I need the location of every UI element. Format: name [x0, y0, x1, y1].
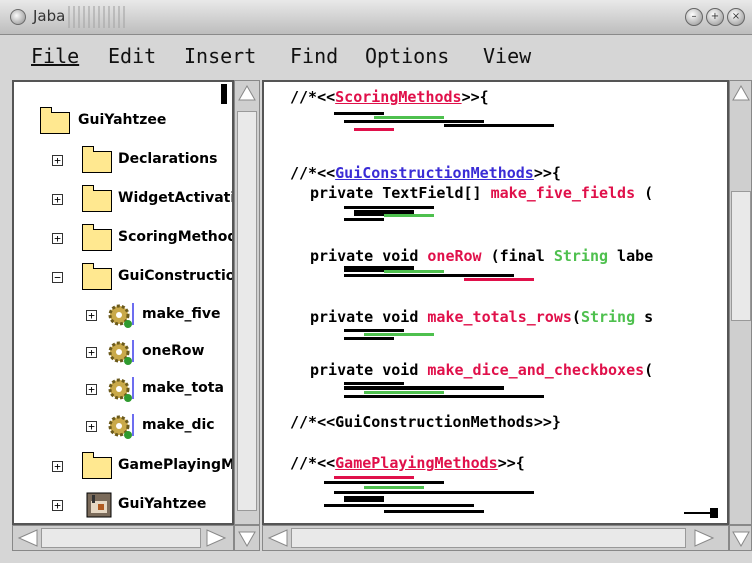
- tree-node-label: GuiYahtzee: [118, 496, 207, 512]
- collapsed-code-preview: [344, 380, 564, 402]
- code-horizontal-scrollbar[interactable]: [262, 525, 729, 551]
- tree-node-label: GamePlayingM: [118, 457, 234, 473]
- tree-node-make-totals[interactable]: + make_tota: [86, 372, 232, 404]
- close-button[interactable]: ×: [727, 8, 745, 26]
- folder-icon: [82, 452, 112, 479]
- window-title: Jaba: [33, 7, 66, 25]
- scroll-left-icon[interactable]: [267, 528, 289, 548]
- collapsed-code-preview: [324, 110, 564, 132]
- menu-edit[interactable]: Edit: [108, 44, 156, 68]
- resize-marker-handle: [710, 508, 718, 518]
- method-onerow[interactable]: private void oneRow (final String labe: [310, 247, 653, 265]
- tree-vertical-scrollbar[interactable]: [234, 80, 260, 525]
- scroll-down-icon[interactable]: [237, 529, 257, 549]
- tree-horizontal-scrollbar[interactable]: [12, 525, 234, 551]
- collapsed-code-preview: [344, 264, 544, 286]
- tree-node-class-guiyahtzee[interactable]: + GuiYahtzee: [52, 490, 232, 522]
- scroll-right-icon[interactable]: [205, 528, 227, 548]
- scroll-up-icon[interactable]: [237, 83, 257, 103]
- code-scroll-corner: [729, 525, 752, 551]
- outline-tree[interactable]: GuiYahtzee + Declarations + WidgetActiva…: [12, 80, 234, 525]
- expand-toggle[interactable]: +: [86, 310, 97, 321]
- expand-toggle[interactable]: +: [86, 347, 97, 358]
- collapse-toggle[interactable]: −: [52, 272, 63, 283]
- tree-root[interactable]: GuiYahtzee: [40, 106, 230, 138]
- expand-toggle[interactable]: +: [86, 421, 97, 432]
- tree-node-make-five[interactable]: + make_five: [86, 298, 232, 330]
- fold-scoring-open[interactable]: //*<<ScoringMethods>>{: [290, 88, 489, 106]
- folder-icon: [82, 146, 112, 173]
- tree-vscroll-thumb[interactable]: [237, 111, 257, 511]
- gear-icon: [108, 340, 134, 365]
- gear-icon: [108, 414, 134, 439]
- fold-gameplaying-open[interactable]: //*<<GamePlayingMethods>>{: [290, 454, 525, 472]
- expand-toggle[interactable]: +: [52, 500, 63, 511]
- scroll-right-icon[interactable]: [693, 528, 715, 548]
- tree-node-declarations[interactable]: + Declarations: [52, 145, 232, 177]
- scroll-left-icon[interactable]: [17, 528, 39, 548]
- method-make-totals-rows[interactable]: private void make_totals_rows(String s: [310, 308, 653, 326]
- tree-node-label: ScoringMethod: [118, 229, 234, 245]
- expand-toggle[interactable]: +: [86, 384, 97, 395]
- tree-node-make-dice[interactable]: + make_dic: [86, 409, 232, 441]
- tree-node-label: make_five: [142, 306, 221, 322]
- method-make-dice[interactable]: private void make_dice_and_checkboxes(: [310, 361, 653, 379]
- tree-node-label: make_dic: [142, 417, 215, 433]
- gear-icon: [108, 303, 134, 328]
- scroll-up-icon[interactable]: [731, 83, 751, 103]
- menu-view[interactable]: View: [483, 44, 531, 68]
- gear-icon: [108, 377, 134, 402]
- menu-bar: File Edit Insert Find Options View: [0, 35, 752, 79]
- menu-options[interactable]: Options: [365, 44, 449, 68]
- expand-toggle[interactable]: +: [52, 461, 63, 472]
- tree-node-label: make_tota: [142, 380, 224, 396]
- code-vscroll-thumb[interactable]: [731, 191, 751, 321]
- tree-hscroll-thumb[interactable]: [41, 528, 201, 548]
- menu-find[interactable]: Find: [290, 44, 338, 68]
- folder-icon: [40, 107, 70, 134]
- code-vertical-scrollbar[interactable]: [729, 80, 752, 525]
- folder-icon: [82, 224, 112, 251]
- title-grip: [68, 6, 126, 28]
- window-menu-button[interactable]: [10, 9, 26, 25]
- expand-toggle[interactable]: +: [52, 233, 63, 244]
- tree-node-guiconstruction[interactable]: − GuiConstructio: [52, 262, 232, 294]
- tree-node-widgetactivation[interactable]: + WidgetActivatio: [52, 184, 232, 216]
- tree-root-label: GuiYahtzee: [78, 112, 167, 128]
- menu-insert[interactable]: Insert: [184, 44, 256, 68]
- tree-node-label: Declarations: [118, 151, 218, 167]
- expand-toggle[interactable]: +: [52, 155, 63, 166]
- tree-node-onerow[interactable]: + oneRow: [86, 335, 232, 367]
- fold-gui-close[interactable]: //*<<GuiConstructionMethods>>}: [290, 413, 561, 431]
- tree-node-gameplaying[interactable]: + GamePlayingM: [52, 451, 232, 483]
- folder-icon: [82, 263, 112, 290]
- collapsed-code-preview: [344, 327, 504, 349]
- code-hscroll-thumb[interactable]: [291, 528, 686, 548]
- tree-node-label: oneRow: [142, 343, 205, 359]
- title-bar: Jaba – + ×: [0, 0, 752, 35]
- tree-node-label: WidgetActivatio: [118, 190, 234, 206]
- tree-node-label: GuiConstructio: [118, 268, 234, 284]
- collapsed-code-preview: [324, 474, 564, 520]
- tree-node-scoringmethods[interactable]: + ScoringMethod: [52, 223, 232, 255]
- minimize-button[interactable]: –: [685, 8, 703, 26]
- class-icon: [86, 492, 112, 518]
- folder-icon: [82, 185, 112, 212]
- split-marker: [221, 84, 227, 104]
- method-make-five-fields[interactable]: private TextField[] make_five_fields (: [310, 184, 653, 202]
- collapsed-code-preview: [344, 204, 504, 226]
- tree-scroll-corner: [234, 525, 260, 551]
- expand-toggle[interactable]: +: [52, 194, 63, 205]
- fold-gui-open[interactable]: //*<<GuiConstructionMethods>>{: [290, 164, 561, 182]
- scroll-down-icon[interactable]: [731, 529, 751, 549]
- maximize-button[interactable]: +: [706, 8, 724, 26]
- menu-file[interactable]: File: [31, 44, 79, 68]
- code-editor[interactable]: //*<<ScoringMethods>>{ //*<<GuiConstruct…: [262, 80, 729, 525]
